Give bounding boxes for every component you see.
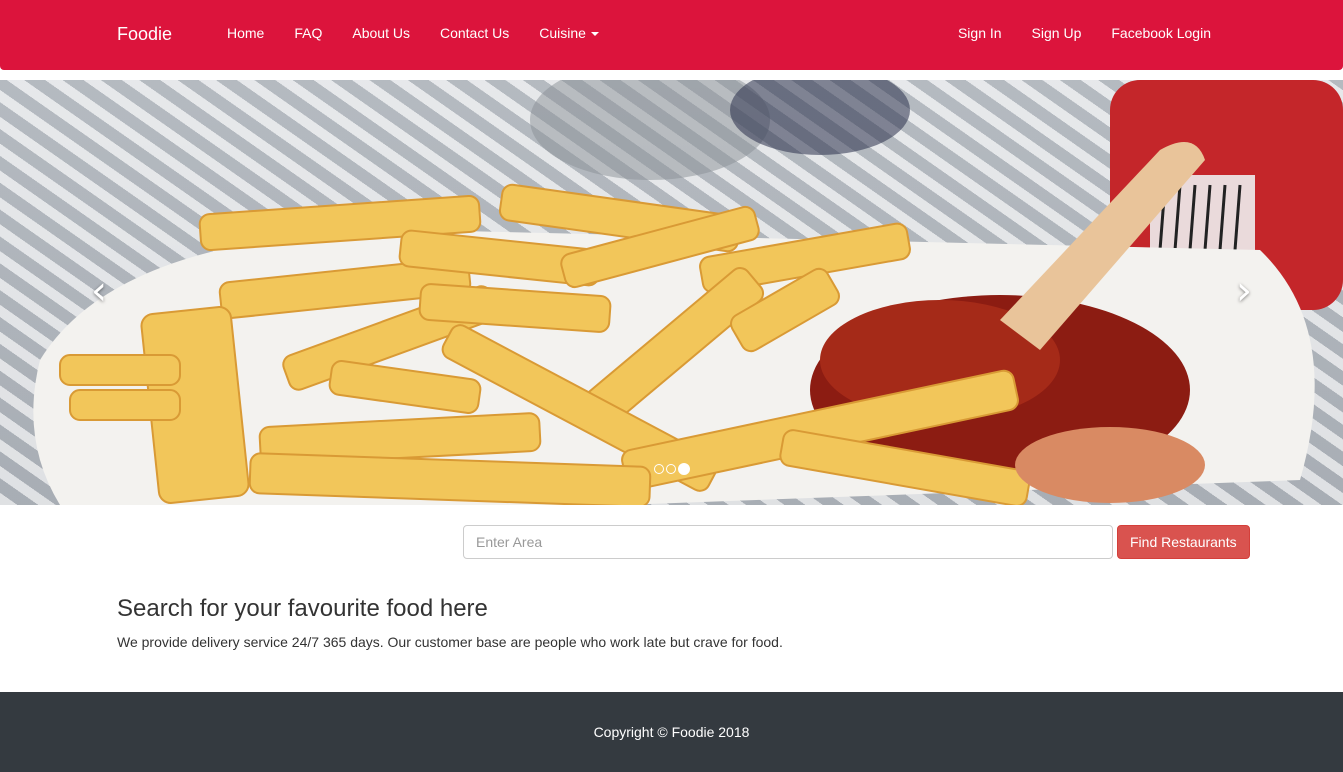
- area-search-input[interactable]: [463, 525, 1113, 559]
- brand-logo[interactable]: Foodie: [117, 24, 172, 45]
- carousel-indicator-3[interactable]: [678, 463, 690, 475]
- nav-faq[interactable]: FAQ: [279, 24, 337, 42]
- navbar: Foodie Home FAQ About Us Contact Us Cuis…: [0, 0, 1343, 70]
- carousel-indicators: [654, 463, 690, 475]
- find-restaurants-button[interactable]: Find Restaurants: [1117, 525, 1250, 559]
- carousel-prev-button[interactable]: ‹: [84, 271, 114, 311]
- search-bar: Find Restaurants: [463, 525, 1250, 559]
- copyright-text: Copyright © Foodie 2018: [593, 724, 750, 740]
- nav-cuisine-dropdown[interactable]: Cuisine: [524, 24, 614, 42]
- intro-heading: Search for your favourite food here: [117, 595, 488, 622]
- chevron-left-icon: ‹: [91, 268, 107, 314]
- cuisine-label: Cuisine: [539, 25, 586, 41]
- nav-home[interactable]: Home: [212, 24, 279, 42]
- footer: Copyright © Foodie 2018: [0, 692, 1343, 772]
- nav-about-us[interactable]: About Us: [337, 24, 425, 42]
- auth-nav: Sign In Sign Up Facebook Login: [943, 24, 1226, 43]
- sign-up-link[interactable]: Sign Up: [1017, 24, 1097, 42]
- carousel-next-button[interactable]: ›: [1229, 271, 1259, 311]
- main-nav: Home FAQ About Us Contact Us Cuisine: [212, 24, 614, 43]
- facebook-login-link[interactable]: Facebook Login: [1096, 24, 1226, 42]
- sign-in-link[interactable]: Sign In: [943, 24, 1017, 42]
- hero-carousel: ‹ ›: [0, 80, 1343, 505]
- intro-text: We provide delivery service 24/7 365 day…: [117, 634, 783, 650]
- nav-contact-us[interactable]: Contact Us: [425, 24, 524, 42]
- carousel-slide-image: [33, 80, 1343, 505]
- caret-down-icon: [590, 32, 599, 37]
- carousel-indicator-2[interactable]: [666, 464, 676, 474]
- carousel-indicator-1[interactable]: [654, 464, 664, 474]
- chevron-right-icon: ›: [1236, 268, 1252, 314]
